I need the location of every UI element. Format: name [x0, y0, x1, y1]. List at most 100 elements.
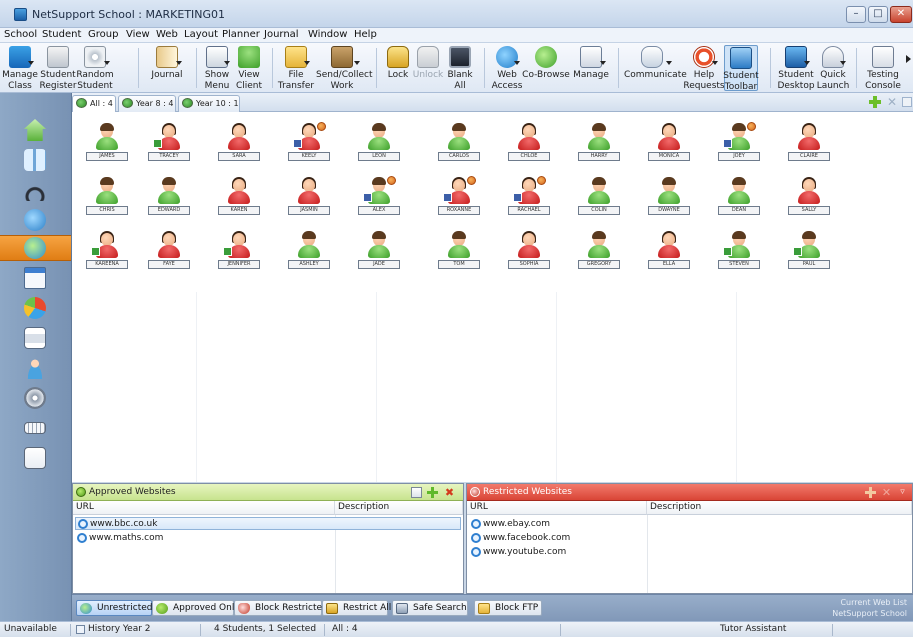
unlock-button[interactable]: Unlock: [413, 45, 443, 91]
restricted-url-row[interactable]: www.youtube.com: [469, 546, 645, 559]
maximize-button[interactable]: □: [868, 6, 888, 23]
student-sara[interactable]: SARA: [216, 122, 262, 168]
delete-url-icon[interactable]: ✖: [444, 487, 455, 498]
view-client-button[interactable]: View Client: [234, 45, 264, 91]
menu-group[interactable]: Group: [88, 29, 118, 40]
student-jade[interactable]: JADE: [356, 230, 402, 276]
add-url-icon[interactable]: [427, 487, 438, 498]
student-carlos[interactable]: CARLOS: [436, 122, 482, 168]
menu-planner[interactable]: Planner: [222, 29, 260, 40]
tab-year-10[interactable]: Year 10 : 1: [178, 95, 240, 112]
student-edward[interactable]: EDWARD: [146, 176, 192, 222]
student-ella[interactable]: ELLA: [646, 230, 692, 276]
restricted-url-row[interactable]: www.ebay.com: [469, 518, 645, 531]
approved-url-row[interactable]: www.bbc.co.uk: [75, 517, 461, 530]
student-rachael[interactable]: RACHAEL: [506, 176, 552, 222]
menu-student[interactable]: Student: [42, 29, 81, 40]
student-steven[interactable]: STEVEN: [716, 230, 762, 276]
student-sally[interactable]: SALLY: [786, 176, 832, 222]
menu-layout[interactable]: Layout: [184, 29, 218, 40]
remove-group-icon[interactable]: ✕: [886, 96, 898, 108]
student-desktop-button[interactable]: Student Desktop: [777, 45, 815, 91]
approved-only-button[interactable]: Approved Only: [152, 600, 240, 616]
student-tracey[interactable]: TRACEY: [146, 122, 192, 168]
student-jennifer[interactable]: JENNIFER: [216, 230, 262, 276]
minimize-button[interactable]: –: [846, 6, 866, 23]
group-view-icon[interactable]: [902, 97, 912, 107]
quick-launch-button[interactable]: Quick Launch: [817, 45, 849, 91]
student-ashley[interactable]: ASHLEY: [286, 230, 332, 276]
copy-list-icon[interactable]: [411, 487, 422, 498]
tab-all[interactable]: All : 4: [72, 95, 116, 112]
lock-button[interactable]: Lock: [384, 45, 412, 91]
keyboard-view-button[interactable]: [21, 415, 49, 441]
blank-all-button[interactable]: Blank All: [446, 45, 474, 91]
devices-view-button[interactable]: [21, 385, 49, 411]
student-james[interactable]: JAMES: [84, 122, 130, 168]
student-register-button[interactable]: Student Register: [39, 45, 77, 91]
restricted-description-column[interactable]: Description: [647, 501, 912, 515]
approved-url-column[interactable]: URL: [73, 501, 335, 515]
menu-web[interactable]: Web: [156, 29, 178, 40]
student-joey[interactable]: JOEY: [716, 122, 762, 168]
restrict-all-button[interactable]: Restrict All: [322, 600, 391, 616]
student-jasmin[interactable]: JASMIN: [286, 176, 332, 222]
web-access-button[interactable]: Web Access: [492, 45, 522, 91]
student-chloe[interactable]: CHLOE: [506, 122, 552, 168]
student-chris[interactable]: CHRIS: [84, 176, 130, 222]
communicate-button[interactable]: Communicate: [624, 45, 687, 91]
student-keely[interactable]: KEELY: [286, 122, 332, 168]
monitoring-view-button[interactable]: [21, 445, 49, 471]
approved-url-row[interactable]: www.maths.com: [75, 532, 335, 545]
student-kareena[interactable]: KAREENA: [84, 230, 130, 276]
block-restricted-button[interactable]: Block Restricted: [234, 600, 328, 616]
journal-button[interactable]: Journal: [150, 45, 184, 91]
co-browse-button[interactable]: Co-Browse: [522, 45, 570, 91]
student-dwayne[interactable]: DWAYNE: [646, 176, 692, 222]
help-requests-button[interactable]: Help Requests: [683, 45, 725, 91]
student-faye[interactable]: FAYE: [146, 230, 192, 276]
student-karen[interactable]: KAREN: [216, 176, 262, 222]
manage-web-button[interactable]: Manage: [573, 45, 609, 91]
delete-restricted-url-icon[interactable]: ✕: [881, 487, 892, 498]
menu-journal[interactable]: Journal: [264, 29, 299, 40]
safe-search-button[interactable]: Safe Search: [392, 600, 468, 616]
block-ftp-button[interactable]: Block FTP: [474, 600, 542, 616]
manage-class-button[interactable]: Manage Class: [2, 45, 38, 91]
menu-window[interactable]: Window: [308, 29, 347, 40]
add-group-icon[interactable]: [869, 96, 881, 108]
student-paul[interactable]: PAUL: [786, 230, 832, 276]
random-student-button[interactable]: Random Student: [76, 45, 114, 91]
student-dean[interactable]: DEAN: [716, 176, 762, 222]
student-sophia[interactable]: SOPHIA: [506, 230, 552, 276]
reports-view-button[interactable]: [21, 295, 49, 321]
student-claire[interactable]: CLAIRE: [786, 122, 832, 168]
student-harry[interactable]: HARRY: [576, 122, 622, 168]
add-restricted-url-icon[interactable]: [865, 487, 876, 498]
student-toolbar-button[interactable]: Student Toolbar: [723, 45, 759, 92]
restricted-url-row[interactable]: www.facebook.com: [469, 532, 645, 545]
restricted-menu-icon[interactable]: ▿: [897, 487, 908, 498]
send-collect-work-button[interactable]: Send/Collect Work: [316, 45, 373, 91]
menu-school[interactable]: School: [4, 29, 37, 40]
student-gregory[interactable]: GREGORY: [576, 230, 622, 276]
student-tom[interactable]: TOM: [436, 230, 482, 276]
users-view-button[interactable]: [21, 355, 49, 381]
menu-view[interactable]: View: [126, 29, 150, 40]
audio-view-button[interactable]: [21, 177, 49, 203]
restricted-url-column[interactable]: URL: [467, 501, 647, 515]
home-view-button[interactable]: [21, 117, 49, 143]
student-leon[interactable]: LEON: [356, 122, 402, 168]
toolbar-overflow-icon[interactable]: [906, 55, 911, 63]
close-button[interactable]: ✕: [890, 6, 912, 23]
thumbnail-view-button[interactable]: [21, 147, 49, 173]
web-view-button[interactable]: [21, 235, 49, 261]
printing-view-button[interactable]: [21, 325, 49, 351]
student-roxanne[interactable]: ROXANNE: [436, 176, 482, 222]
student-colin[interactable]: COLIN: [576, 176, 622, 222]
student-monica[interactable]: MONICA: [646, 122, 692, 168]
student-alex[interactable]: ALEX: [356, 176, 402, 222]
approved-description-column[interactable]: Description: [335, 501, 463, 515]
menu-help[interactable]: Help: [354, 29, 377, 40]
tab-year-8[interactable]: Year 8 : 4: [118, 95, 176, 112]
